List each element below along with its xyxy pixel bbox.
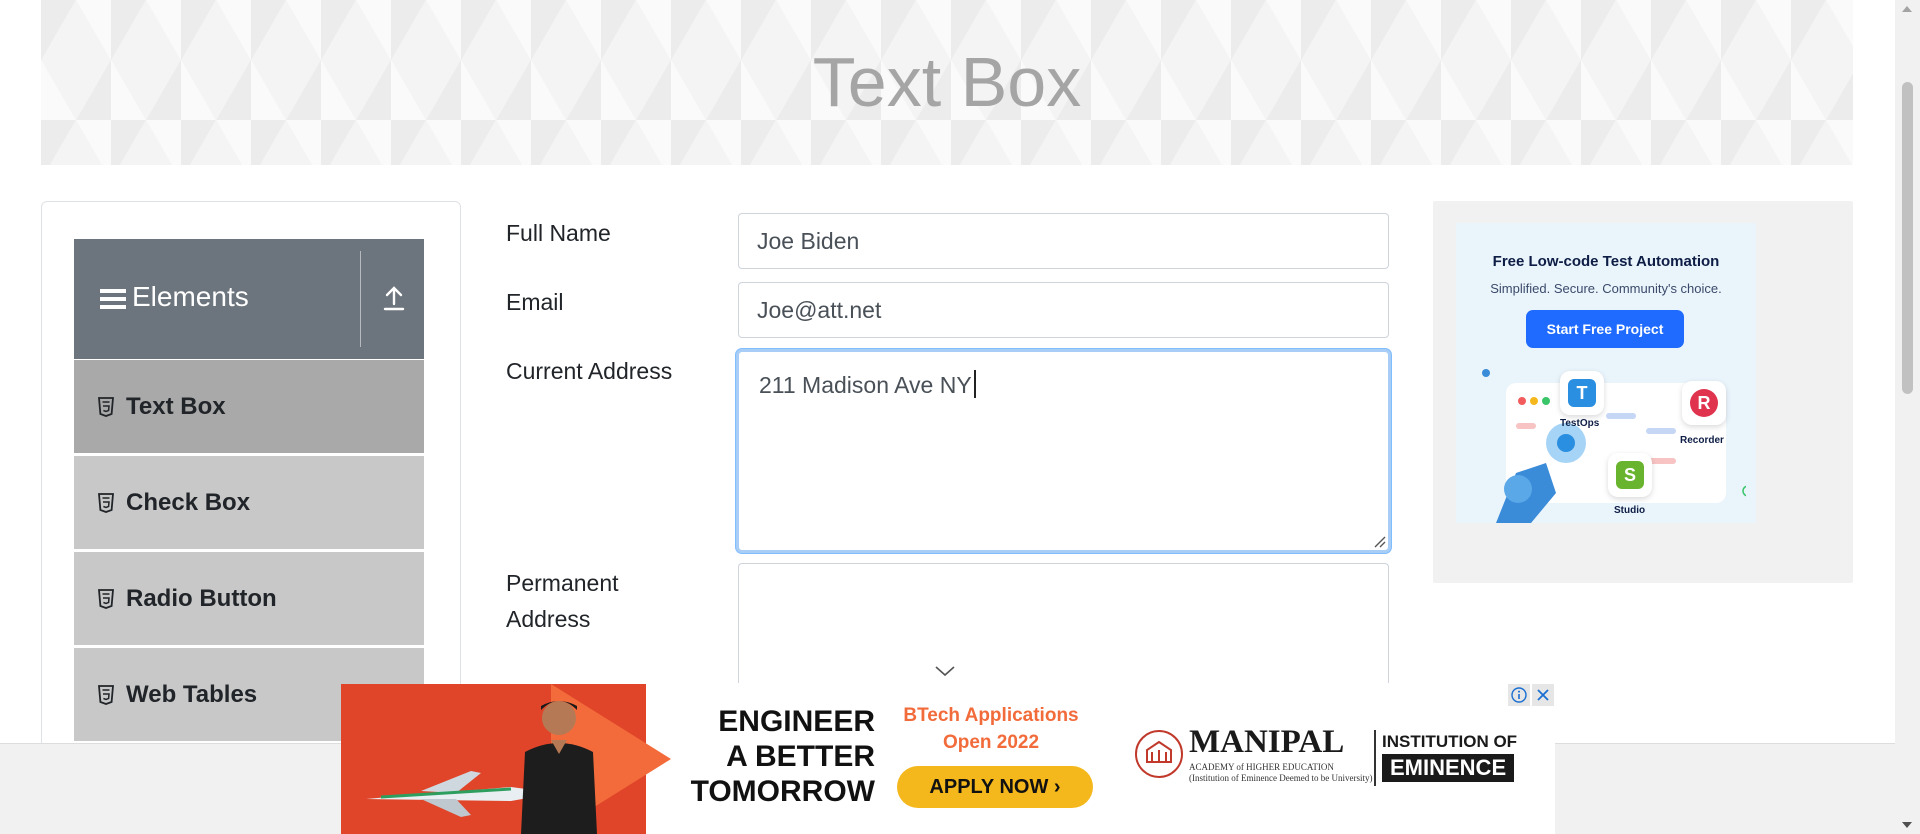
sidebar-item-text-box[interactable]: Text Box xyxy=(74,360,424,454)
manipal-seal-icon xyxy=(1135,730,1183,778)
resize-handle-icon[interactable] xyxy=(1372,534,1386,548)
sidebar-item-check-box[interactable]: Check Box xyxy=(74,456,424,550)
recorder-tile-icon: R xyxy=(1682,381,1726,425)
chevron-down-icon[interactable] xyxy=(934,664,956,678)
full-name-label: Full Name xyxy=(506,220,611,246)
header-divider xyxy=(360,251,361,347)
html5-icon xyxy=(98,684,114,705)
current-address-label: Current Address xyxy=(506,358,673,384)
testops-tile-icon: T xyxy=(1560,371,1604,415)
scroll-up-icon[interactable] xyxy=(1902,6,1912,12)
page-title: Text Box xyxy=(812,42,1082,121)
current-address-value: 211 Madison Ave NY xyxy=(759,370,976,399)
sidebar-item-label: Text Box xyxy=(126,392,226,420)
side-ad-content[interactable]: Free Low-code Test Automation Simplified… xyxy=(1456,223,1756,523)
sidebar-item-label: Check Box xyxy=(126,488,251,516)
btech-applications-text: BTech Applications Open 2022 xyxy=(903,705,1079,753)
side-ad-title: Free Low-code Test Automation xyxy=(1492,253,1720,270)
permanent-address-label: Permanent Address xyxy=(506,570,619,632)
manipal-subtitle: ACADEMY of HIGHER EDUCATION (Institution… xyxy=(1189,762,1373,783)
studio-label: Studio xyxy=(1614,505,1646,516)
collapse-up-icon[interactable] xyxy=(382,284,406,312)
hamburger-icon xyxy=(100,289,126,313)
email-label: Email xyxy=(506,289,564,315)
ad-choices-controls[interactable] xyxy=(1508,684,1554,706)
full-name-input[interactable] xyxy=(738,213,1389,269)
ad-info-icon[interactable] xyxy=(1508,684,1530,706)
page-scrollbar[interactable] xyxy=(1895,0,1920,834)
side-ad-subtitle: Simplified. Secure. Community's choice. xyxy=(1490,281,1722,296)
page-banner: Text Box xyxy=(41,0,1853,165)
eminence-text: EMINENCE xyxy=(1382,754,1515,782)
html5-icon xyxy=(98,492,114,513)
engineer-headline: ENGINEER A BETTER TOMORROW xyxy=(690,705,875,808)
sidebar-item-radio-button[interactable]: Radio Button xyxy=(74,552,424,646)
permanent-address-textarea[interactable] xyxy=(738,563,1389,683)
testops-label: TestOps xyxy=(1560,418,1600,429)
start-free-project-button[interactable]: Start Free Project xyxy=(1526,310,1684,348)
brand-divider xyxy=(1374,730,1376,786)
bottom-advertisement[interactable]: ENGINEER A BETTER TOMORROW BTech Applica… xyxy=(341,684,1555,834)
html5-icon xyxy=(98,396,114,417)
apply-now-button[interactable]: APPLY NOW › xyxy=(897,766,1093,808)
institution-of-text: INSTITUTION OF xyxy=(1382,732,1518,751)
text-caret xyxy=(973,370,976,398)
scroll-down-icon[interactable] xyxy=(1902,822,1912,828)
html5-icon xyxy=(98,588,114,609)
manipal-brand: MANIPAL xyxy=(1189,724,1345,760)
ad-close-icon[interactable] xyxy=(1532,684,1554,706)
sidebar-item-label: Radio Button xyxy=(126,584,277,612)
sidebar-item-label: Web Tables xyxy=(126,680,258,708)
elements-group-header[interactable]: Elements xyxy=(74,239,424,359)
email-input[interactable] xyxy=(738,282,1389,338)
scrollbar-thumb[interactable] xyxy=(1902,82,1913,394)
recorder-label: Recorder xyxy=(1680,435,1724,446)
studio-tile-icon: S xyxy=(1608,453,1652,497)
group-title: Elements xyxy=(132,281,249,312)
person-photo xyxy=(521,701,597,834)
current-address-textarea[interactable]: 211 Madison Ave NY xyxy=(736,349,1391,553)
